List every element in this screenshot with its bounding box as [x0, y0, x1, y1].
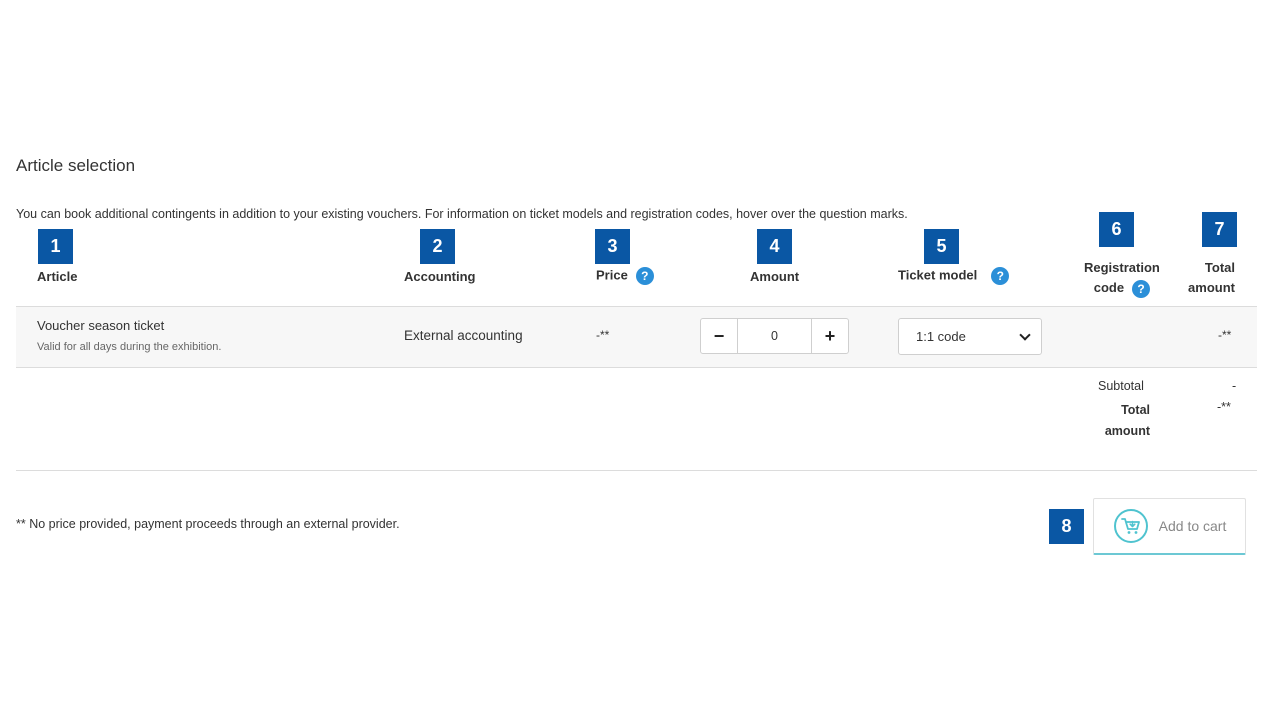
header-ticket-model: Ticket model?	[898, 267, 1010, 285]
article-name: Voucher season ticket	[37, 318, 165, 333]
chevron-down-icon	[1019, 328, 1031, 341]
header-registration-line1: Registration	[1084, 260, 1160, 275]
accounting-value: External accounting	[404, 328, 523, 343]
ticket-model-select[interactable]: 1:1 code	[898, 318, 1042, 355]
total-label-line2: amount	[1104, 424, 1150, 438]
header-article: Article	[37, 269, 78, 284]
subtotal-value: -	[1232, 379, 1237, 393]
cart-icon	[1113, 509, 1148, 543]
header-registration-code: Registration code?	[1084, 258, 1160, 298]
article-description: Valid for all days during the exhibition…	[37, 341, 222, 353]
header-total-line2: amount	[1188, 280, 1235, 295]
callout-badge-6: 6	[1099, 212, 1134, 247]
increase-amount-button[interactable]: +	[811, 319, 848, 353]
add-to-cart-label: Add to cart	[1158, 518, 1227, 534]
total-label-line1: Total	[1121, 403, 1150, 417]
header-ticket-model-label: Ticket model	[898, 267, 978, 283]
header-total-amount: Total amount	[1188, 258, 1235, 298]
callout-badge-8: 8	[1049, 509, 1084, 544]
header-accounting: Accounting	[404, 269, 476, 284]
section-title: Article selection	[16, 156, 136, 175]
callout-badge-5: 5	[924, 229, 959, 264]
amount-input[interactable]: 0	[738, 319, 811, 353]
ticket-model-selected: 1:1 code	[916, 329, 966, 344]
registration-help-icon[interactable]: ?	[1132, 279, 1151, 298]
table-row	[16, 306, 1257, 368]
header-registration-line2: code	[1093, 280, 1125, 295]
price-footnote: ** No price provided, payment proceeds t…	[16, 517, 400, 531]
header-price-label: Price	[596, 267, 628, 283]
ticket-model-help-icon[interactable]: ?	[991, 267, 1010, 285]
subtotal-label: Subtotal	[1098, 379, 1144, 393]
header-amount: Amount	[750, 269, 800, 284]
add-to-cart-button[interactable]: Add to cart	[1093, 498, 1246, 555]
callout-badge-7: 7	[1202, 212, 1237, 247]
callout-badge-1: 1	[38, 229, 73, 264]
header-total-line1: Total	[1204, 260, 1235, 275]
amount-stepper: − 0 +	[700, 318, 849, 354]
price-help-icon[interactable]: ?	[635, 267, 654, 285]
decrease-amount-button[interactable]: −	[701, 319, 738, 353]
header-price: Price?	[596, 267, 654, 285]
total-amount-label: Total amount	[1100, 400, 1150, 442]
callout-badge-3: 3	[595, 229, 630, 264]
total-amount-value: -**	[1217, 400, 1231, 414]
callout-badge-4: 4	[757, 229, 792, 264]
divider	[16, 470, 1257, 471]
row-total-amount: -**	[1218, 328, 1232, 342]
price-value: -**	[596, 328, 610, 342]
intro-text: You can book additional contingents in a…	[16, 207, 908, 221]
callout-badge-2: 2	[420, 229, 455, 264]
